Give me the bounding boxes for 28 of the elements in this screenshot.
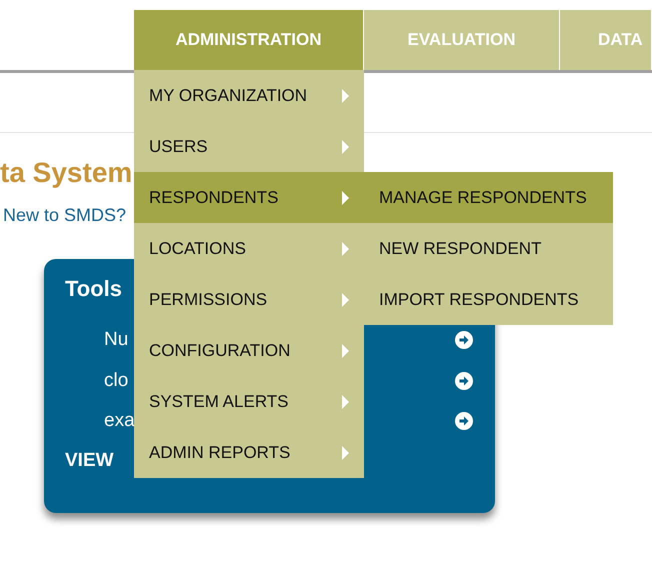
page-heading: ta System: [0, 157, 132, 189]
tool-link[interactable]: Nu: [104, 326, 128, 354]
tool-link[interactable]: clo: [104, 366, 128, 395]
card-title: Tools: [65, 276, 122, 301]
arrow-circle-icon[interactable]: [455, 331, 473, 350]
menu-label: ADMIN REPORTS: [149, 442, 290, 464]
menu-label: MY ORGANIZATION: [149, 84, 308, 107]
arrow-circle-icon[interactable]: [455, 412, 473, 430]
caret-icon: [342, 344, 349, 358]
view-all-link[interactable]: VIEW: [65, 450, 114, 470]
menu-label: USERS: [149, 136, 208, 158]
menu-label: CONFIGURATION: [149, 340, 290, 362]
menu-label: PERMISSIONS: [149, 288, 268, 311]
caret-icon: [342, 394, 349, 408]
caret-icon: [342, 140, 349, 154]
intro-link[interactable]: New to SMDS?: [3, 205, 126, 225]
caret-icon: [342, 190, 349, 204]
menu-label: RESPONDENTS: [149, 186, 278, 209]
menu-label: SYSTEM ALERTS: [149, 390, 289, 413]
menu-item[interactable]: RESPONDENTS: [134, 172, 364, 223]
menu-label: LOCATIONS: [149, 238, 246, 260]
caret-icon: [342, 446, 349, 460]
caret-icon: [342, 242, 349, 256]
caret-icon: [342, 88, 349, 102]
arrow-circle-icon[interactable]: [455, 372, 473, 390]
tool-link[interactable]: exa: [104, 407, 135, 436]
caret-icon: [342, 292, 349, 306]
submenu-item[interactable]: MANAGE RESPONDENTS: [364, 172, 613, 223]
